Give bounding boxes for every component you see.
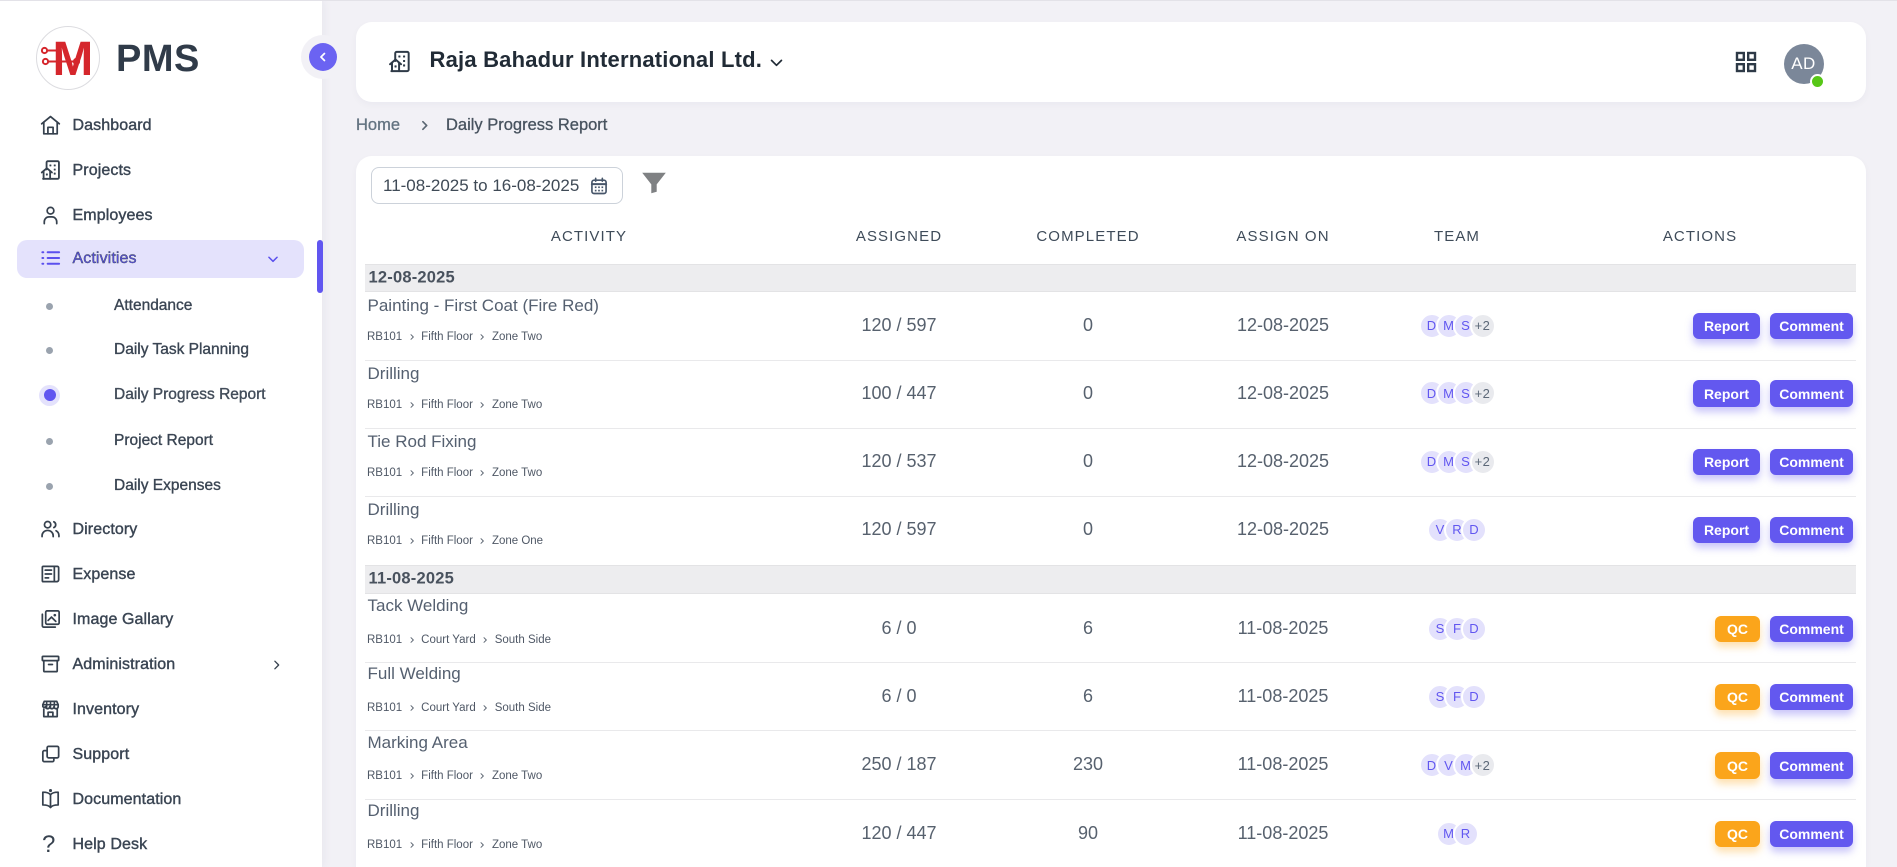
svg-text:M: M: [53, 32, 94, 85]
